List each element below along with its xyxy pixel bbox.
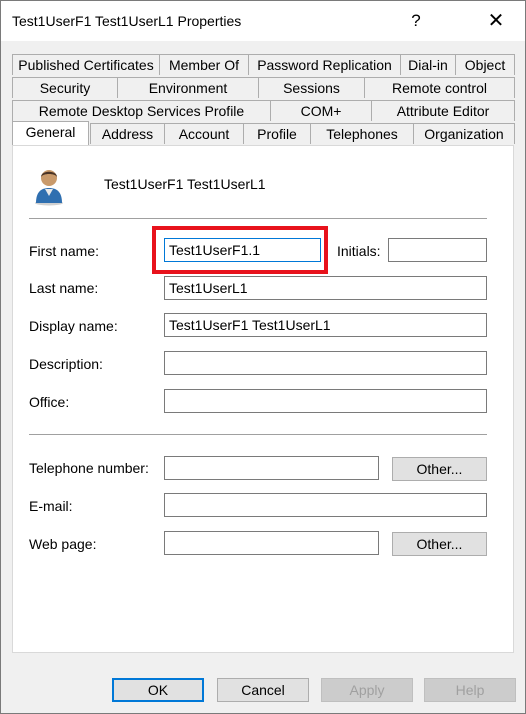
telephone-other-button[interactable]: Other... — [392, 457, 487, 481]
description-input[interactable] — [164, 351, 487, 375]
tab-object[interactable]: Object — [455, 54, 515, 75]
title-bar: Test1UserF1 Test1UserL1 Properties ? ✕ — [1, 1, 525, 41]
telephone-input[interactable] — [164, 456, 379, 480]
description-label: Description: — [29, 356, 103, 372]
tab-attribute-editor[interactable]: Attribute Editor — [371, 100, 515, 121]
general-tab-panel: Test1UserF1 Test1UserL1 First name: Test… — [12, 145, 514, 653]
initials-label: Initials: — [337, 243, 381, 259]
tab-security[interactable]: Security — [12, 77, 118, 98]
tab-remote-desktop-services-profile[interactable]: Remote Desktop Services Profile — [12, 100, 271, 121]
tab-sessions[interactable]: Sessions — [258, 77, 365, 98]
tab-member-of[interactable]: Member Of — [159, 54, 249, 75]
help-title-button[interactable]: ? — [393, 1, 439, 41]
last-name-input[interactable]: Test1UserL1 — [164, 276, 487, 300]
user-icon — [32, 166, 66, 206]
tab-published-certificates[interactable]: Published Certificates — [12, 54, 160, 75]
close-button[interactable]: ✕ — [473, 1, 519, 41]
display-name-label: Display name: — [29, 318, 118, 334]
tab-profile[interactable]: Profile — [243, 123, 311, 144]
display-name-input[interactable]: Test1UserF1 Test1UserL1 — [164, 313, 487, 337]
apply-button[interactable]: Apply — [321, 678, 413, 702]
last-name-label: Last name: — [29, 280, 99, 296]
email-input[interactable] — [164, 493, 487, 517]
tab-telephones[interactable]: Telephones — [310, 123, 414, 144]
tab-environment[interactable]: Environment — [117, 77, 259, 98]
tab-remote-control[interactable]: Remote control — [364, 77, 515, 98]
divider-top — [29, 218, 487, 219]
ok-button[interactable]: OK — [112, 678, 204, 702]
web-page-other-button[interactable]: Other... — [392, 532, 487, 556]
tab-account[interactable]: Account — [164, 123, 244, 144]
window-title: Test1UserF1 Test1UserL1 Properties — [12, 13, 242, 29]
tab-address[interactable]: Address — [90, 123, 165, 144]
properties-dialog: Test1UserF1 Test1UserL1 Properties ? ✕ P… — [0, 0, 526, 714]
first-name-label: First name: — [29, 243, 100, 259]
web-page-input[interactable] — [164, 531, 379, 555]
telephone-label: Telephone number: — [29, 460, 149, 476]
help-button[interactable]: Help — [424, 678, 516, 702]
tab-password-replication[interactable]: Password Replication — [248, 54, 401, 75]
initials-input[interactable] — [388, 238, 487, 262]
tab-dial-in[interactable]: Dial-in — [400, 54, 456, 75]
cancel-button[interactable]: Cancel — [217, 678, 309, 702]
user-display-header: Test1UserF1 Test1UserL1 — [104, 176, 266, 192]
tab-organization[interactable]: Organization — [413, 123, 515, 144]
first-name-highlight — [152, 226, 328, 274]
tab-general[interactable]: General — [12, 121, 89, 145]
web-page-label: Web page: — [29, 536, 97, 552]
divider-middle — [29, 434, 487, 435]
tab-com-plus[interactable]: COM+ — [270, 100, 372, 121]
office-label: Office: — [29, 394, 70, 410]
email-label: E-mail: — [29, 498, 73, 514]
office-input[interactable] — [164, 389, 487, 413]
